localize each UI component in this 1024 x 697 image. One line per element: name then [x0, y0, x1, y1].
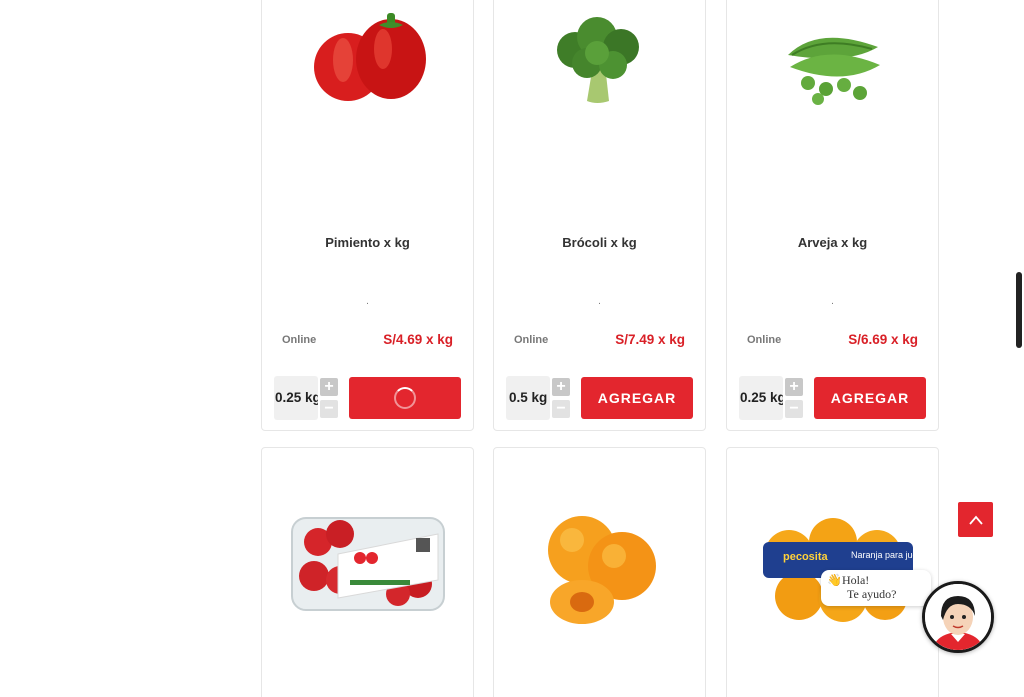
- rating-dot: .: [598, 296, 601, 307]
- peach-image: [547, 516, 656, 624]
- quantity-input[interactable]: 0.25 kg: [739, 376, 783, 420]
- chat-greeting: 👋Hola!: [827, 573, 870, 587]
- product-name[interactable]: Arveja x kg: [727, 235, 938, 250]
- product-card-durazno: [493, 447, 706, 697]
- decrease-quantity-button[interactable]: −: [552, 400, 570, 418]
- pimiento-image: [313, 13, 426, 101]
- arveja-image: [787, 37, 880, 105]
- orange-bag-label: Naranja para jugo: [851, 550, 923, 560]
- product-name[interactable]: Brócoli x kg: [494, 235, 705, 250]
- orange-bag-image: pecosita Naranja para jugo: [762, 518, 923, 622]
- add-to-cart-button[interactable]: [349, 377, 461, 419]
- assistant-avatar-icon: [925, 584, 991, 650]
- product-price: S/4.69 x kg: [383, 332, 453, 347]
- quantity-input[interactable]: 0.25 kg: [274, 376, 318, 420]
- product-price: S/6.69 x kg: [848, 332, 918, 347]
- chat-question: Te ayudo?: [847, 587, 897, 601]
- increase-quantity-button[interactable]: +: [785, 378, 803, 396]
- product-price: S/7.49 x kg: [615, 332, 685, 347]
- chat-assistant-avatar[interactable]: [922, 581, 994, 653]
- rating-dot: .: [366, 296, 369, 307]
- back-to-top-button[interactable]: [958, 502, 993, 537]
- add-to-cart-button[interactable]: AGREGAR: [581, 377, 693, 419]
- product-card-brocoli: Brócoli x kg . Online S/7.49 x kg 0.5 kg…: [493, 0, 706, 431]
- product-name[interactable]: Pimiento x kg: [262, 235, 473, 250]
- availability-label: Online: [282, 334, 317, 346]
- decrease-quantity-button[interactable]: −: [320, 400, 338, 418]
- availability-label: Online: [514, 334, 549, 346]
- increase-quantity-button[interactable]: +: [552, 378, 570, 396]
- quantity-input[interactable]: 0.5 kg: [506, 376, 550, 420]
- loading-spinner-icon: [394, 387, 416, 409]
- strawberry-clamshell-image: [290, 517, 445, 611]
- scrollbar-thumb[interactable]: [1016, 272, 1022, 348]
- add-to-cart-button[interactable]: AGREGAR: [814, 377, 926, 419]
- increase-quantity-button[interactable]: +: [320, 378, 338, 396]
- orange-bag-brand: pecosita: [783, 551, 829, 563]
- product-card-pimiento: Pimiento x kg . Online S/4.69 x kg 0.25 …: [261, 0, 474, 431]
- chat-greeting-bubble[interactable]: 👋Hola! Te ayudo?: [821, 570, 931, 606]
- product-card-fresa: [261, 447, 474, 697]
- product-card-arveja: Arveja x kg . Online S/6.69 x kg 0.25 kg…: [726, 0, 939, 431]
- chevron-up-icon: [968, 515, 983, 525]
- brocoli-image: [556, 17, 639, 103]
- availability-label: Online: [747, 334, 782, 346]
- rating-dot: .: [831, 296, 834, 307]
- decrease-quantity-button[interactable]: −: [785, 400, 803, 418]
